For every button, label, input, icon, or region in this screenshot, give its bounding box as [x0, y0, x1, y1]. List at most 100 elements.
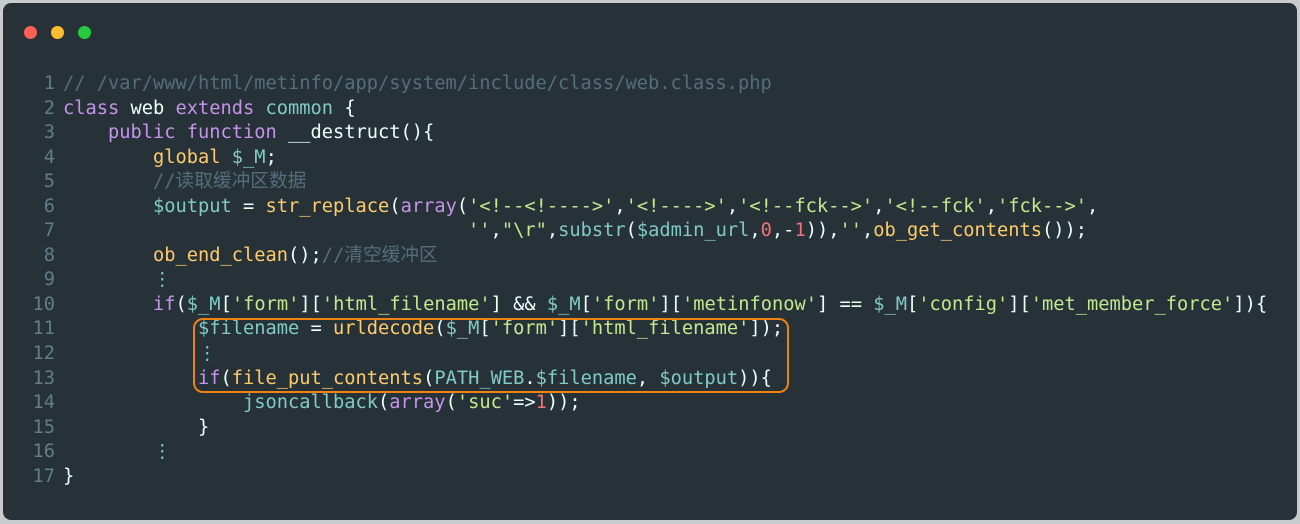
- code-token: ,: [614, 195, 626, 217]
- code-token: ][: [1008, 293, 1031, 315]
- code-token: ⋮: [153, 441, 172, 463]
- code-token: ] ==: [816, 293, 874, 315]
- code-token: ,: [985, 195, 997, 217]
- code-token: ,: [873, 195, 885, 217]
- code-token: public function: [108, 122, 277, 144]
- line-number: 3: [43, 122, 55, 144]
- code-token: }: [63, 416, 210, 438]
- code-token: 'form': [231, 293, 300, 315]
- code-token: ]){: [1233, 293, 1268, 315]
- code-line: 5 //读取缓冲区数据: [3, 170, 1267, 195]
- code-line: 10 if($_M['form']['html_filename'] && $_…: [3, 293, 1267, 318]
- code-token: 1: [535, 392, 547, 414]
- code-window: 1 // /var/www/html/metinfo/app/system/inc…: [3, 3, 1297, 520]
- code-token: $output: [153, 195, 232, 217]
- line-number: 2: [43, 97, 55, 119]
- code-line: 6 $output = str_replace(array('<!--<!---…: [3, 195, 1267, 220]
- code-line: 1 // /var/www/html/metinfo/app/system/inc…: [3, 72, 1267, 97]
- code-token: '<!--<!---->': [468, 195, 615, 217]
- code-line: 8 ob_end_clean ();//清空缓冲区: [3, 244, 1267, 269]
- code-token: ⋮: [153, 269, 172, 291]
- code-token: array: [389, 392, 446, 414]
- code-line: 4 global $_M;: [3, 146, 1267, 171]
- code-token: global: [153, 146, 221, 168]
- code-token: 'html_filename': [321, 293, 491, 315]
- code-token: __destruct(){: [276, 122, 435, 144]
- code-token: ,: [546, 220, 559, 242]
- code-token: =: [231, 195, 266, 217]
- code-token: ,: [490, 220, 502, 242]
- line-number: 6: [43, 195, 55, 217]
- line-number: 13: [32, 367, 55, 389]
- code-token: 'metinfonow': [681, 293, 817, 315]
- line-number: 4: [43, 146, 55, 168]
- code-token: (: [378, 392, 390, 414]
- line-number: 9: [43, 269, 55, 291]
- code-token: ob_end_clean: [153, 244, 289, 266]
- code-token: $_M: [873, 293, 907, 315]
- code-token: 'form': [591, 293, 660, 315]
- code-line: 16 ⋮: [3, 440, 1267, 465]
- code-token: =>: [513, 392, 536, 414]
- code-token: [: [580, 293, 592, 315]
- code-token: $_M: [546, 293, 581, 315]
- code-line: 3 public function __destruct(){: [3, 121, 1267, 146]
- code-line: 15 }: [3, 416, 1267, 441]
- code-token: if: [153, 293, 176, 315]
- code-token: ();: [288, 244, 322, 266]
- code-token: 'met_member_force': [1030, 293, 1234, 315]
- code-token: substr: [558, 220, 626, 242]
- code-token: (: [175, 293, 187, 315]
- code-token: //读取缓冲区数据: [153, 171, 307, 193]
- close-button[interactable]: [24, 26, 37, 39]
- code-token: (: [456, 195, 469, 217]
- code-token: array: [400, 195, 457, 217]
- code-token: "\r": [501, 220, 547, 242]
- code-token: // /var/www/html/metinfo/app/system/incl…: [63, 73, 772, 94]
- code-token: )),: [805, 220, 840, 242]
- line-number: 14: [32, 392, 55, 414]
- line-number: 5: [43, 171, 55, 193]
- code-token: ob_get_contents: [873, 220, 1043, 242]
- code-token: $_M: [231, 146, 266, 168]
- code-token: 0: [760, 220, 772, 242]
- code-token: }: [63, 465, 75, 487]
- code-token: [: [907, 293, 919, 315]
- line-number: 1: [43, 73, 55, 94]
- code-token: ,-: [771, 220, 795, 242]
- code-token: $admin_url: [636, 220, 750, 242]
- code-token: //清空缓冲区: [321, 244, 438, 266]
- code-line: 17}: [3, 465, 1267, 490]
- minimize-button[interactable]: [51, 26, 64, 39]
- code-token: '': [839, 220, 862, 242]
- code-token: (: [625, 220, 637, 242]
- code-token: (: [445, 392, 457, 414]
- code-block: 1 // /var/www/html/metinfo/app/system/inc…: [3, 72, 1267, 489]
- code-line: 7 '', "\r", substr($admin_url, 0 ,- 1)), '', ob…: [3, 219, 1267, 244]
- line-number: 12: [32, 343, 55, 365]
- code-token: $_M: [186, 293, 221, 315]
- code-token: {: [333, 97, 356, 119]
- code-token: ));: [546, 392, 581, 414]
- code-token: ] &&: [490, 293, 547, 315]
- code-token: web: [119, 97, 176, 119]
- code-token: 'suc': [456, 392, 514, 414]
- code-token: (: [389, 195, 401, 217]
- code-token: str_replace: [265, 195, 390, 217]
- line-number: 11: [32, 318, 55, 340]
- code-token: 'fck-->': [996, 195, 1087, 217]
- code-token: ][: [299, 293, 322, 315]
- maximize-button[interactable]: [78, 26, 91, 39]
- code-token: ,: [1087, 195, 1099, 217]
